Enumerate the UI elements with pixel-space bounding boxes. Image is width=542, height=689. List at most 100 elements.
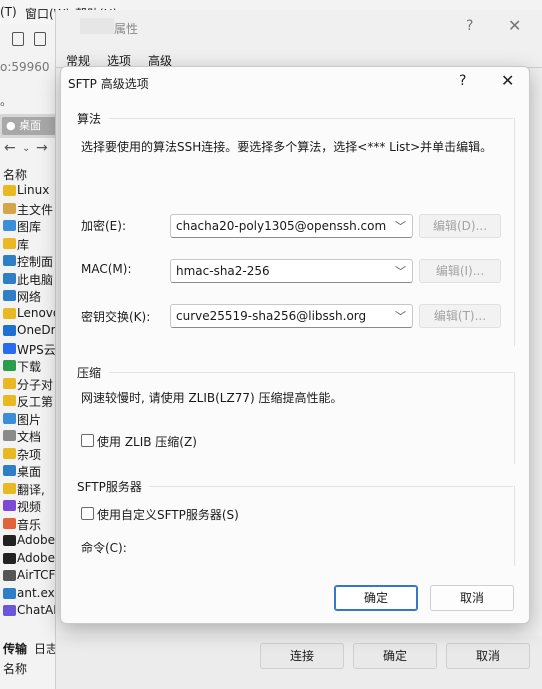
help-icon[interactable]: ? (466, 18, 473, 34)
tree-item-label: 此电脑 (17, 272, 54, 287)
properties-ok-button[interactable]: 确定 (353, 643, 437, 669)
bg-nav: ← ⌄ → (0, 140, 60, 160)
tree-item[interactable]: 网络 (0, 287, 60, 305)
back-arrow-icon[interactable]: ← (4, 140, 16, 156)
chevron-down-icon: ﹀ (395, 310, 406, 323)
tree-item[interactable]: 文档 (0, 427, 60, 445)
ok-button[interactable]: 确定 (334, 585, 418, 611)
command-input[interactable] (171, 537, 507, 559)
chevron-down-icon[interactable]: ⌄ (22, 143, 30, 154)
tree-item[interactable]: 图库 (0, 217, 60, 235)
tree-item[interactable]: Adobe (0, 550, 60, 568)
tree-item[interactable]: 图片 (0, 410, 60, 428)
checkbox-box[interactable] (81, 434, 94, 447)
bg-menu-tools[interactable]: (T) (0, 5, 17, 19)
help-icon[interactable]: ? (459, 73, 466, 89)
tree-item-label: 视频 (17, 500, 42, 514)
zlib-compression-label: 使用 ZLIB 压缩(Z) (97, 435, 197, 449)
tree-item[interactable]: 库 (0, 235, 60, 253)
tree-item[interactable]: 下载 (0, 357, 60, 375)
bg-bottom-column-name: 名称 (3, 662, 28, 676)
tree-item[interactable]: ChatAI (0, 602, 60, 620)
folder-icon (3, 430, 16, 441)
tree-item[interactable]: Lenovo (0, 305, 60, 323)
bg-tab-transfer[interactable]: 传输 (3, 640, 27, 657)
group-frame (514, 372, 515, 464)
bg-tab-desktop[interactable]: ● 桌面 (2, 117, 58, 135)
tree-item[interactable]: 翻译, (0, 480, 60, 498)
connect-button[interactable]: 连接 (260, 643, 344, 669)
close-icon[interactable]: ✕ (508, 16, 521, 35)
tree-item[interactable]: WPS云 (0, 340, 60, 358)
group-divider (109, 372, 513, 373)
tree-item-label: 图片 (17, 412, 42, 427)
properties-cancel-button[interactable]: 取消 (446, 643, 530, 669)
close-icon[interactable]: ✕ (501, 71, 514, 90)
tree-item-label: OneDri (17, 323, 59, 337)
encryption-label: 加密(E): (81, 219, 126, 233)
folder-icon (3, 552, 16, 564)
tree-item-label: Adobe (17, 550, 55, 565)
folder-icon (3, 465, 16, 476)
tree-item-label: 分子对 (17, 377, 54, 392)
forward-arrow-icon[interactable]: → (36, 140, 48, 156)
cancel-button[interactable]: 取消 (430, 585, 514, 611)
copy-icon[interactable] (34, 32, 46, 46)
tree-item[interactable]: 分子对 (0, 375, 60, 393)
edit-encryption-button[interactable]: 编辑(D)... (419, 214, 501, 238)
tree-item[interactable]: AirTCF (0, 567, 60, 585)
folder-icon (3, 570, 16, 581)
dialog-title: SFTP 高级选项 (68, 77, 149, 91)
tree-item[interactable]: Adobe (0, 532, 60, 550)
tree-item-label: 主文件 (17, 202, 54, 217)
tree-item[interactable]: 视频 (0, 497, 60, 515)
group-frame (514, 118, 515, 346)
tree-item-label: 反工第 (17, 395, 54, 409)
tree-item[interactable]: 主文件 (0, 200, 60, 218)
folder-icon (3, 307, 16, 319)
properties-footer: 连接 确定 取消 (56, 636, 542, 689)
tree-item-label: ant.exe (17, 585, 60, 600)
tree-item[interactable]: 音乐 (0, 515, 60, 533)
bg-address: o:59960 (0, 60, 50, 74)
chevron-down-icon: ﹀ (395, 265, 406, 278)
chevron-down-icon: ﹀ (395, 220, 406, 233)
mac-select[interactable]: hmac-sha2-256 ﹀ (170, 259, 413, 283)
tree-item[interactable]: 反工第 (0, 392, 60, 410)
bg-column-name: 名称 (3, 168, 28, 182)
folder-icon (3, 395, 16, 406)
compression-header: 压缩 (77, 366, 102, 380)
new-file-icon[interactable] (12, 32, 24, 46)
tree-item-label: 控制面 (17, 255, 54, 269)
folder-icon (3, 587, 16, 599)
tree-item[interactable]: 控制面 (0, 252, 60, 270)
tree-item[interactable]: 桌面 (0, 462, 60, 480)
tree-item[interactable]: ant.exe (0, 585, 60, 603)
bg-folder-tree: Linux 主文件 图库库控制面此电脑网络 Lenovo OneDri WPS云 下载分子对… (0, 182, 60, 620)
tree-item[interactable]: Linux (0, 182, 60, 200)
mac-label: MAC(M): (81, 262, 132, 276)
group-frame (514, 486, 515, 566)
edit-mac-button[interactable]: 编辑(I)... (419, 259, 501, 283)
encryption-select[interactable]: chacha20-poly1305@openssh.com ﹀ (170, 214, 413, 238)
tree-item-label: 库 (17, 237, 30, 252)
folder-icon (3, 220, 16, 231)
tree-item-label: 音乐 (17, 517, 42, 532)
compression-description: 网速较慢时, 请使用 ZLIB(LZ77) 压缩提高性能。 (81, 391, 343, 405)
edit-kex-button[interactable]: 编辑(T)... (419, 304, 501, 328)
tree-item[interactable]: OneDri (0, 322, 60, 340)
kex-value: curve25519-sha256@libssh.org (176, 309, 367, 323)
folder-icon (3, 605, 16, 616)
mac-value: hmac-sha2-256 (176, 264, 270, 278)
group-divider (149, 486, 513, 487)
command-label: 命令(C): (81, 541, 127, 555)
custom-sftp-server-label: 使用自定义SFTP服务器(S) (97, 508, 239, 522)
checkbox-box[interactable] (81, 507, 94, 520)
tree-item-label: Adobe (17, 533, 55, 547)
tree-item-label: 网络 (17, 290, 42, 304)
tree-item[interactable]: 杂项 (0, 445, 60, 463)
tree-item[interactable]: 此电脑 (0, 270, 60, 288)
folder-icon (3, 290, 16, 301)
kex-select[interactable]: curve25519-sha256@libssh.org ﹀ (170, 304, 413, 328)
folder-icon (3, 482, 16, 494)
